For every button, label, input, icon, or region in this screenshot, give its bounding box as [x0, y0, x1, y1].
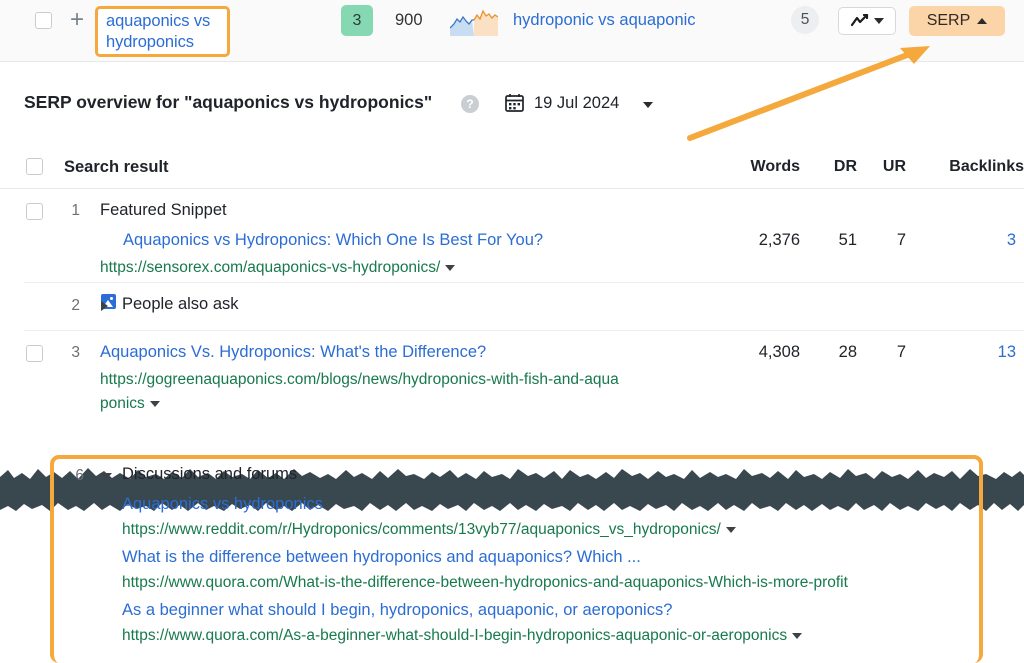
keyword-row-checkbox[interactable] — [35, 12, 52, 29]
table-row[interactable]: 2 People also ask — [0, 283, 1024, 331]
result-position-number: 2 — [58, 297, 80, 315]
discussion-url[interactable]: https://www.quora.com/What-is-the-differ… — [122, 574, 848, 592]
column-header-dr: DR — [834, 158, 857, 176]
row-checkbox[interactable] — [26, 345, 43, 362]
result-url-text: https://sensorex.com/aquaponics-vs-hydro… — [100, 259, 440, 276]
chevron-down-icon[interactable] — [445, 265, 455, 271]
keyword-row: + aquaponics vs hydroponics 3 900 hydrop… — [0, 0, 1024, 62]
result-position-number: 3 — [58, 344, 80, 362]
chevron-down-icon — [874, 18, 884, 24]
column-header-words: Words — [751, 158, 800, 176]
add-keyword-button[interactable]: + — [66, 8, 88, 32]
select-all-checkbox[interactable] — [26, 158, 43, 175]
result-title-link[interactable]: Aquaponics Vs. Hydroponics: What's the D… — [100, 343, 486, 362]
discussion-title-link[interactable]: As a beginner what should I begin, hydro… — [122, 601, 672, 620]
cell-words: 4,308 — [740, 343, 800, 362]
expand-triangle-icon[interactable] — [101, 301, 108, 311]
row-checkbox[interactable] — [26, 203, 43, 220]
keyword-cell-highlighted[interactable]: aquaponics vs hydroponics — [95, 6, 230, 57]
column-header-ur: UR — [883, 158, 906, 176]
related-keyword-link[interactable]: hydroponic vs aquaponic — [513, 11, 696, 30]
result-title-link[interactable]: Aquaponics vs Hydroponics: Which One Is … — [123, 231, 543, 250]
calendar-icon — [505, 93, 524, 112]
serp-button-label: SERP — [927, 12, 971, 30]
line-chart-icon — [851, 14, 869, 28]
search-volume-value: 900 — [395, 11, 443, 30]
result-position-number: 6 — [62, 467, 84, 485]
cell-backlinks[interactable]: 3 — [976, 231, 1016, 250]
cell-words: 2,376 — [740, 231, 800, 250]
discussion-url-text: https://www.reddit.com/r/Hydroponics/com… — [122, 521, 721, 538]
cell-dr: 51 — [827, 231, 857, 250]
table-row[interactable]: 1 Featured Snippet Aquaponics vs Hydropo… — [0, 189, 1024, 279]
chart-dropdown-button[interactable] — [838, 7, 896, 35]
discussion-url-text: https://www.quora.com/As-a-beginner-what… — [122, 627, 787, 644]
date-picker-value[interactable]: 19 Jul 2024 — [534, 94, 619, 113]
result-position-number: 1 — [58, 202, 80, 220]
serp-position-badge: 5 — [791, 6, 819, 34]
help-icon[interactable]: ? — [461, 95, 479, 113]
cell-ur: 7 — [880, 231, 906, 250]
chevron-down-icon[interactable] — [150, 401, 160, 407]
table-header: Search result Words DR UR Backlinks — [0, 147, 1024, 189]
people-also-ask-label: People also ask — [122, 295, 239, 314]
keyword-difficulty-badge: 3 — [341, 5, 373, 36]
serp-toggle-button[interactable]: SERP — [909, 6, 1005, 36]
table-row[interactable]: 3 Aquaponics Vs. Hydroponics: What's the… — [0, 331, 1024, 416]
table-row-discussions[interactable]: 6 Discussions and forums Aquaponics vs h… — [0, 460, 1024, 660]
featured-snippet-label: Featured Snippet — [100, 201, 227, 220]
chevron-down-icon[interactable] — [643, 102, 653, 108]
column-header-backlinks: Backlinks — [942, 158, 1024, 176]
result-url-text-cont: ponics — [100, 395, 145, 412]
discussion-url-text: https://www.quora.com/What-is-the-differ… — [122, 574, 848, 591]
result-url-text: https://gogreenaquaponics.com/blogs/news… — [100, 371, 619, 388]
discussion-url[interactable]: https://www.quora.com/As-a-beginner-what… — [122, 627, 802, 645]
cell-ur: 7 — [880, 343, 906, 362]
cell-backlinks[interactable]: 13 — [976, 343, 1016, 362]
column-header-search-result: Search result — [64, 158, 169, 177]
chevron-down-icon[interactable] — [726, 527, 736, 533]
result-url[interactable]: https://gogreenaquaponics.com/blogs/news… — [100, 371, 619, 389]
collapse-triangle-icon[interactable] — [100, 473, 112, 480]
discussion-title-link[interactable]: Aquaponics vs hydroponics — [122, 495, 323, 514]
discussion-title-link[interactable]: What is the difference between hydroponi… — [122, 548, 641, 567]
discussions-and-forums-label: Discussions and forums — [122, 465, 297, 484]
result-url-wrap[interactable]: ponics — [100, 395, 160, 413]
chevron-up-icon — [977, 18, 987, 24]
chevron-down-icon[interactable] — [792, 633, 802, 639]
cell-dr: 28 — [827, 343, 857, 362]
page-title: SERP overview for "aquaponics vs hydropo… — [24, 92, 432, 113]
keyword-label: aquaponics vs hydroponics — [106, 11, 221, 53]
result-url[interactable]: https://sensorex.com/aquaponics-vs-hydro… — [100, 259, 455, 277]
discussion-url[interactable]: https://www.reddit.com/r/Hydroponics/com… — [122, 521, 736, 539]
volume-sparkline-chart — [450, 6, 498, 36]
